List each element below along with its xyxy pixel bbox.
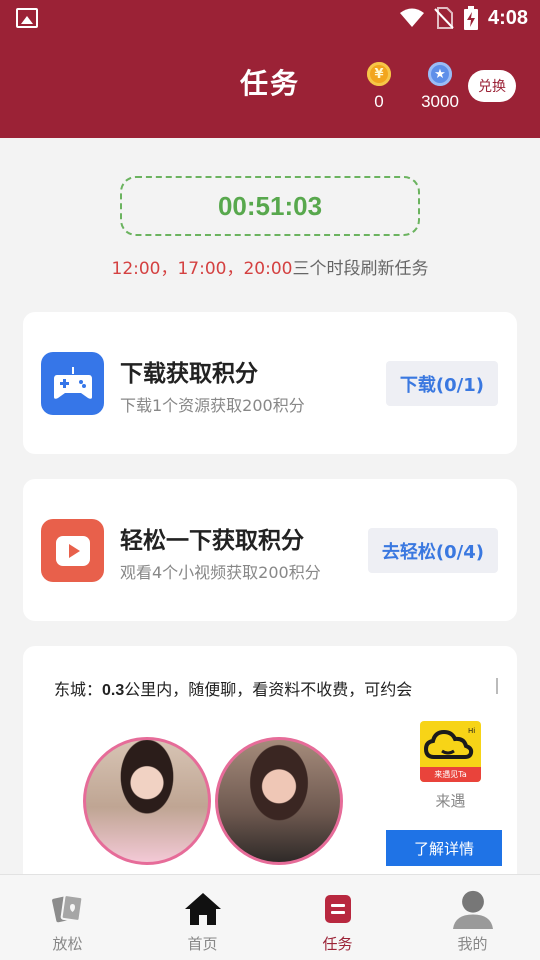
task-icon	[318, 889, 358, 929]
tab-tasks[interactable]: 任务	[270, 875, 405, 960]
countdown-timer: 00:51:03	[120, 176, 420, 236]
bottom-tab-bar: 放松 首页 任务 我的	[0, 874, 540, 960]
app-logo: Hi 来遇见Ta	[420, 721, 481, 782]
user-icon	[452, 889, 493, 929]
refresh-times: 12:00，17:00，20:00	[111, 259, 293, 279]
refresh-suffix: 三个时段刷新任务	[292, 259, 429, 279]
app-logo-caption: 来遇见Ta	[420, 767, 481, 782]
cloud-chat-icon: Hi	[423, 727, 475, 759]
gold-coin-count: 0	[374, 92, 384, 111]
avatar	[215, 737, 343, 865]
ad-text-prefix: 东城：	[54, 680, 103, 699]
no-sim-icon	[434, 7, 454, 29]
gamepad-icon	[41, 352, 104, 415]
points-star-icon: ★	[428, 62, 452, 86]
gold-coin-icon: ¥	[367, 62, 391, 86]
ad-text-distance: 0.3	[102, 682, 125, 699]
refresh-schedule: 12:00，17:00，20:00三个时段刷新任务	[0, 254, 540, 279]
tab-relax[interactable]: 放松	[0, 875, 135, 960]
task-title: 轻松一下获取积分	[120, 528, 304, 554]
task-card-download: 下载获取积分 下载1个资源获取200积分 下载(0/1)	[23, 312, 517, 454]
tab-label: 放松	[52, 935, 83, 953]
points-count: 3000	[421, 92, 459, 111]
svg-text:Hi: Hi	[468, 727, 475, 735]
ad-marquee-edge	[496, 678, 498, 694]
status-time: 4:08	[487, 6, 528, 29]
tab-label: 我的	[457, 935, 488, 953]
tab-profile[interactable]: 我的	[405, 875, 540, 960]
gold-coin-balance[interactable]: ¥ 0	[349, 62, 409, 112]
home-icon	[183, 889, 223, 929]
tab-label: 任务	[322, 935, 353, 953]
task-title: 下载获取积分	[120, 361, 258, 387]
download-task-button[interactable]: 下载(0/1)	[385, 361, 498, 406]
ad-text-suffix: 公里内，随便聊，看资料不收费，可约会	[124, 680, 413, 699]
ad-app-name: 来遇	[435, 792, 466, 810]
cards-icon	[48, 889, 88, 929]
tab-home[interactable]: 首页	[135, 875, 270, 960]
task-subtitle: 观看4个小视频获取200积分	[120, 563, 321, 582]
tab-label: 首页	[187, 935, 218, 953]
ad-card[interactable]: 东城：0.3公里内，随便聊，看资料不收费，可约会 Hi 来遇见Ta 来遇 了解详…	[23, 646, 517, 886]
points-balance[interactable]: ★ 3000	[410, 62, 470, 112]
task-card-relax: 轻松一下获取积分 观看4个小视频获取200积分 去轻松(0/4)	[23, 479, 517, 621]
learn-more-button[interactable]: 了解详情	[386, 830, 502, 866]
app-header: 任务 ¥ 0 ★ 3000 兑换	[0, 36, 540, 138]
image-icon	[16, 8, 38, 28]
exchange-button[interactable]: 兑换	[468, 70, 516, 102]
relax-task-button[interactable]: 去轻松(0/4)	[367, 528, 498, 573]
play-video-icon	[41, 519, 104, 582]
wifi-icon	[399, 8, 424, 27]
battery-charging-icon	[463, 6, 478, 30]
avatar	[83, 737, 211, 865]
ad-text: 东城：0.3公里内，随便聊，看资料不收费，可约会	[54, 676, 412, 700]
task-subtitle: 下载1个资源获取200积分	[120, 396, 305, 415]
status-bar: 4:08	[0, 0, 540, 36]
